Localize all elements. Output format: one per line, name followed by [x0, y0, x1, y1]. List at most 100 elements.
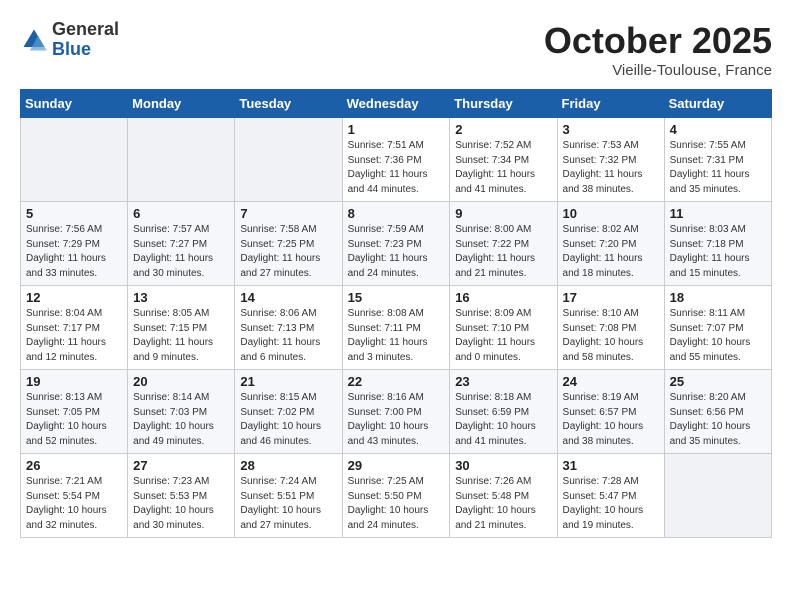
calendar-cell: 30 Sunrise: 7:26 AM Sunset: 5:48 PM Dayli… [450, 454, 557, 538]
day-number: 16 [455, 290, 551, 305]
calendar-cell [235, 118, 342, 202]
calendar-week-row: 5 Sunrise: 7:56 AM Sunset: 7:29 PM Daylig… [21, 202, 772, 286]
column-header-sunday: Sunday [21, 90, 128, 118]
logo-blue-text: Blue [52, 40, 119, 60]
day-info: Sunrise: 8:03 AM Sunset: 7:18 PM Dayligh… [670, 223, 766, 281]
day-info: Sunrise: 8:18 AM Sunset: 6:59 PM Dayligh… [455, 391, 551, 449]
calendar-week-row: 12 Sunrise: 8:04 AM Sunset: 7:17 PM Dayli… [21, 286, 772, 370]
day-number: 29 [348, 458, 445, 473]
day-info: Sunrise: 8:19 AM Sunset: 6:57 PM Dayligh… [563, 391, 659, 449]
day-number: 2 [455, 122, 551, 137]
day-number: 27 [133, 458, 229, 473]
logo-icon [20, 26, 48, 54]
calendar-cell: 16Sunrise: 8:09 AM Sunset: 7:10 PM Dayli… [450, 286, 557, 370]
day-number: 18 [670, 290, 766, 305]
calendar-cell: 21 Sunrise: 8:15 AM Sunset: 7:02 PM Dayli… [235, 370, 342, 454]
column-header-friday: Friday [557, 90, 664, 118]
calendar-cell: 29 Sunrise: 7:25 AM Sunset: 5:50 PM Dayli… [342, 454, 450, 538]
calendar-cell [664, 454, 771, 538]
day-number: 17 [563, 290, 659, 305]
day-info: Sunrise: 8:08 AM Sunset: 7:11 PM Dayligh… [348, 307, 445, 365]
day-number: 31 [563, 458, 659, 473]
day-number: 3 [563, 122, 659, 137]
calendar-cell: 4 Sunrise: 7:55 AM Sunset: 7:31 PM Daylig… [664, 118, 771, 202]
day-number: 22 [348, 374, 445, 389]
calendar-cell: 28 Sunrise: 7:24 AM Sunset: 5:51 PM Dayli… [235, 454, 342, 538]
calendar-cell: 20 Sunrise: 8:14 AM Sunset: 7:03 PM Dayli… [128, 370, 235, 454]
calendar-cell: 14 Sunrise: 8:06 AM Sunset: 7:13 PM Dayli… [235, 286, 342, 370]
calendar-cell: 18 Sunrise: 8:11 AM Sunset: 7:07 PM Dayli… [664, 286, 771, 370]
day-number: 13 [133, 290, 229, 305]
calendar-week-row: 19Sunrise: 8:13 AM Sunset: 7:05 PM Dayli… [21, 370, 772, 454]
day-info: Sunrise: 7:51 AM Sunset: 7:36 PM Dayligh… [348, 139, 445, 197]
location-subtitle: Vieille-Toulouse, France [544, 62, 772, 79]
day-info: Sunrise: 8:02 AM Sunset: 7:20 PM Dayligh… [563, 223, 659, 281]
day-number: 21 [240, 374, 336, 389]
calendar-cell: 25 Sunrise: 8:20 AM Sunset: 6:56 PM Dayli… [664, 370, 771, 454]
calendar-cell: 11Sunrise: 8:03 AM Sunset: 7:18 PM Dayli… [664, 202, 771, 286]
page-header: General Blue October 2025 Vieille-Toulou… [20, 20, 772, 79]
day-info: Sunrise: 7:24 AM Sunset: 5:51 PM Dayligh… [240, 475, 336, 533]
day-number: 20 [133, 374, 229, 389]
day-info: Sunrise: 8:06 AM Sunset: 7:13 PM Dayligh… [240, 307, 336, 365]
calendar-cell: 2 Sunrise: 7:52 AM Sunset: 7:34 PM Daylig… [450, 118, 557, 202]
day-info: Sunrise: 7:28 AM Sunset: 5:47 PM Dayligh… [563, 475, 659, 533]
title-block: October 2025 Vieille-Toulouse, France [544, 20, 772, 79]
calendar-cell [128, 118, 235, 202]
day-info: Sunrise: 8:20 AM Sunset: 6:56 PM Dayligh… [670, 391, 766, 449]
day-info: Sunrise: 7:57 AM Sunset: 7:27 PM Dayligh… [133, 223, 229, 281]
calendar-cell: 13 Sunrise: 8:05 AM Sunset: 7:15 PM Dayli… [128, 286, 235, 370]
day-number: 5 [26, 206, 122, 221]
day-info: Sunrise: 7:58 AM Sunset: 7:25 PM Dayligh… [240, 223, 336, 281]
day-number: 7 [240, 206, 336, 221]
day-info: Sunrise: 7:59 AM Sunset: 7:23 PM Dayligh… [348, 223, 445, 281]
calendar-cell: 7 Sunrise: 7:58 AM Sunset: 7:25 PM Daylig… [235, 202, 342, 286]
day-number: 12 [26, 290, 122, 305]
column-header-thursday: Thursday [450, 90, 557, 118]
day-info: Sunrise: 8:04 AM Sunset: 7:17 PM Dayligh… [26, 307, 122, 365]
logo: General Blue [20, 20, 119, 60]
calendar-cell: 27 Sunrise: 7:23 AM Sunset: 5:53 PM Dayli… [128, 454, 235, 538]
day-number: 24 [563, 374, 659, 389]
day-info: Sunrise: 8:05 AM Sunset: 7:15 PM Dayligh… [133, 307, 229, 365]
column-header-monday: Monday [128, 90, 235, 118]
day-info: Sunrise: 8:14 AM Sunset: 7:03 PM Dayligh… [133, 391, 229, 449]
calendar-cell: 15 Sunrise: 8:08 AM Sunset: 7:11 PM Dayli… [342, 286, 450, 370]
day-number: 4 [670, 122, 766, 137]
month-title: October 2025 [544, 20, 772, 62]
column-header-saturday: Saturday [664, 90, 771, 118]
calendar-week-row: 1Sunrise: 7:51 AM Sunset: 7:36 PM Daylig… [21, 118, 772, 202]
day-number: 23 [455, 374, 551, 389]
day-info: Sunrise: 8:16 AM Sunset: 7:00 PM Dayligh… [348, 391, 445, 449]
calendar-cell: 1Sunrise: 7:51 AM Sunset: 7:36 PM Daylig… [342, 118, 450, 202]
day-number: 30 [455, 458, 551, 473]
column-header-tuesday: Tuesday [235, 90, 342, 118]
day-number: 15 [348, 290, 445, 305]
day-info: Sunrise: 7:53 AM Sunset: 7:32 PM Dayligh… [563, 139, 659, 197]
day-info: Sunrise: 7:25 AM Sunset: 5:50 PM Dayligh… [348, 475, 445, 533]
day-info: Sunrise: 7:56 AM Sunset: 7:29 PM Dayligh… [26, 223, 122, 281]
day-info: Sunrise: 7:55 AM Sunset: 7:31 PM Dayligh… [670, 139, 766, 197]
calendar-cell [21, 118, 128, 202]
logo-general-text: General [52, 20, 119, 40]
day-info: Sunrise: 8:10 AM Sunset: 7:08 PM Dayligh… [563, 307, 659, 365]
column-header-wednesday: Wednesday [342, 90, 450, 118]
day-info: Sunrise: 7:21 AM Sunset: 5:54 PM Dayligh… [26, 475, 122, 533]
day-number: 25 [670, 374, 766, 389]
day-number: 14 [240, 290, 336, 305]
calendar-cell: 24 Sunrise: 8:19 AM Sunset: 6:57 PM Dayli… [557, 370, 664, 454]
calendar-cell: 9Sunrise: 8:00 AM Sunset: 7:22 PM Daylig… [450, 202, 557, 286]
day-info: Sunrise: 8:00 AM Sunset: 7:22 PM Dayligh… [455, 223, 551, 281]
day-info: Sunrise: 8:11 AM Sunset: 7:07 PM Dayligh… [670, 307, 766, 365]
calendar-cell: 17 Sunrise: 8:10 AM Sunset: 7:08 PM Dayli… [557, 286, 664, 370]
day-info: Sunrise: 7:23 AM Sunset: 5:53 PM Dayligh… [133, 475, 229, 533]
calendar-cell: 26Sunrise: 7:21 AM Sunset: 5:54 PM Dayli… [21, 454, 128, 538]
day-info: Sunrise: 7:52 AM Sunset: 7:34 PM Dayligh… [455, 139, 551, 197]
day-info: Sunrise: 7:26 AM Sunset: 5:48 PM Dayligh… [455, 475, 551, 533]
calendar-cell: 19Sunrise: 8:13 AM Sunset: 7:05 PM Dayli… [21, 370, 128, 454]
calendar-table: SundayMondayTuesdayWednesdayThursdayFrid… [20, 89, 772, 538]
calendar-cell: 6Sunrise: 7:57 AM Sunset: 7:27 PM Daylig… [128, 202, 235, 286]
day-number: 28 [240, 458, 336, 473]
calendar-header-row: SundayMondayTuesdayWednesdayThursdayFrid… [21, 90, 772, 118]
day-info: Sunrise: 8:15 AM Sunset: 7:02 PM Dayligh… [240, 391, 336, 449]
